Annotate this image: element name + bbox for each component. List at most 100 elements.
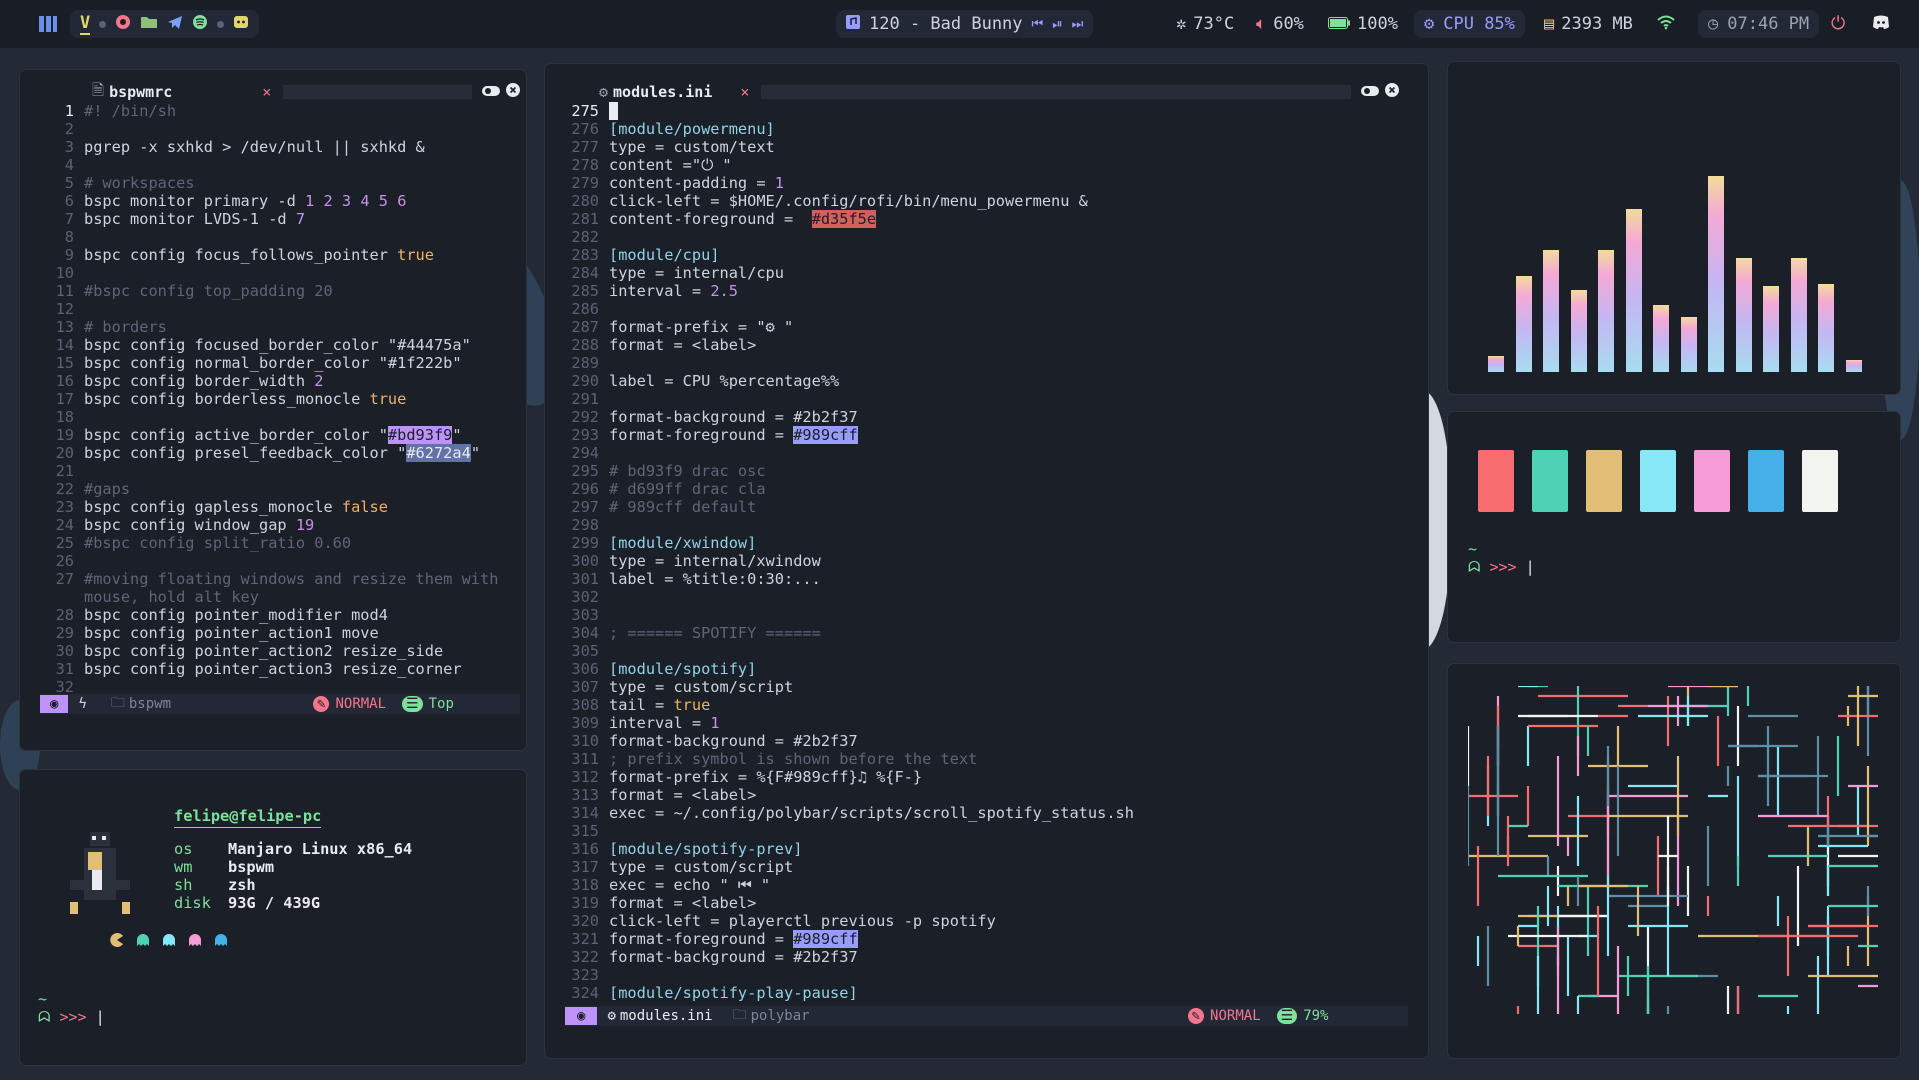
- discord-icon[interactable]: [1872, 14, 1890, 35]
- code-area[interactable]: 275 276 [module/powermenu] 277 type = custo…: [565, 102, 1134, 1002]
- code-line[interactable]: 15 bspc config normal_border_color "#1f22…: [40, 354, 498, 372]
- code-line[interactable]: 322 format-background = #2b2f37: [565, 948, 1134, 966]
- code-line[interactable]: 318 exec = echo " ⏮ ": [565, 876, 1134, 894]
- next-track-icon[interactable]: ⏭: [1072, 17, 1084, 32]
- code-line[interactable]: mouse, hold alt key: [40, 588, 498, 606]
- code-line[interactable]: 302: [565, 588, 1134, 606]
- code-line[interactable]: 304 ; ====== SPOTIFY ======: [565, 624, 1134, 642]
- code-line[interactable]: 19 bspc config active_border_color "#bd93…: [40, 426, 498, 444]
- code-line[interactable]: 286: [565, 300, 1134, 318]
- workspace-1[interactable]: V: [80, 13, 91, 35]
- audio-visualizer-window[interactable]: [1448, 62, 1900, 394]
- code-line[interactable]: 30 bspc config pointer_action2 resize_sid…: [40, 642, 498, 660]
- code-line[interactable]: 27 #moving floating windows and resize th…: [40, 570, 499, 588]
- volume-module[interactable]: 🔈︎ 60%: [1256, 14, 1304, 34]
- folder-icon[interactable]: [140, 14, 158, 35]
- color-terminal-window[interactable]: ~ ᗣ >>> |: [1448, 412, 1900, 642]
- code-line[interactable]: 300 type = internal/xwindow: [565, 552, 1134, 570]
- code-line[interactable]: 324 [module/spotify-play-pause]: [565, 984, 1134, 1002]
- close-window-icon[interactable]: [506, 83, 520, 101]
- code-line[interactable]: 299 [module/xwindow]: [565, 534, 1134, 552]
- code-line[interactable]: 28 bspc config pointer_modifier mod4: [40, 606, 498, 624]
- code-line[interactable]: 292 format-background = #2b2f37: [565, 408, 1134, 426]
- chrome-icon[interactable]: [115, 14, 131, 35]
- code-line[interactable]: 297 # 989cff default: [565, 498, 1134, 516]
- telegram-icon[interactable]: [167, 14, 183, 35]
- toggle-icon[interactable]: [1361, 83, 1380, 101]
- code-line[interactable]: 294: [565, 444, 1134, 462]
- code-line[interactable]: 7 bspc monitor LVDS-1 -d 7: [40, 210, 498, 228]
- code-line[interactable]: 307 type = custom/script: [565, 678, 1134, 696]
- code-line[interactable]: 290 label = CPU %percentage%%: [565, 372, 1134, 390]
- play-pause-icon[interactable]: ⏯: [1052, 17, 1062, 32]
- code-line[interactable]: 284 type = internal/cpu: [565, 264, 1134, 282]
- code-line[interactable]: 320 click-left = playerctl previous -p sp…: [565, 912, 1134, 930]
- code-line[interactable]: 305: [565, 642, 1134, 660]
- previous-track-icon[interactable]: ⏮: [1032, 17, 1044, 32]
- code-line[interactable]: 293 format-foreground = #989cff: [565, 426, 1134, 444]
- code-line[interactable]: 29 bspc config pointer_action1 move: [40, 624, 498, 642]
- code-line[interactable]: 311 ; prefix symbol is shown before the t…: [565, 750, 1134, 768]
- code-line[interactable]: 6 bspc monitor primary -d 1 2 3 4 5 6: [40, 192, 498, 210]
- code-line[interactable]: 8: [40, 228, 498, 246]
- code-line[interactable]: 25 #bspc config split_ratio 0.60: [40, 534, 498, 552]
- code-line[interactable]: 22 #gaps: [40, 480, 498, 498]
- code-line[interactable]: 323: [565, 966, 1134, 984]
- code-line[interactable]: 287 format-prefix = "⚙ ": [565, 318, 1134, 336]
- code-line[interactable]: 3 pgrep -x sxhkd > /dev/null || sxhkd &: [40, 138, 498, 156]
- code-line[interactable]: 9 bspc config focus_follows_pointer true: [40, 246, 498, 264]
- code-line[interactable]: 288 format = <label>: [565, 336, 1134, 354]
- code-line[interactable]: 308 tail = true: [565, 696, 1134, 714]
- modules-ini-editor-window[interactable]: ⚙ modules.ini × 275 276 [module/powermenu…: [545, 64, 1428, 1058]
- code-line[interactable]: 282: [565, 228, 1134, 246]
- code-line[interactable]: 316 [module/spotify-prev]: [565, 840, 1134, 858]
- code-line[interactable]: 5 # workspaces: [40, 174, 498, 192]
- code-line[interactable]: 312 format-prefix = %{F#989cff}♫ %{F-}: [565, 768, 1134, 786]
- code-line[interactable]: 303: [565, 606, 1134, 624]
- code-line[interactable]: 10: [40, 264, 498, 282]
- code-line[interactable]: 12: [40, 300, 498, 318]
- discord-workspace-icon[interactable]: [233, 14, 249, 35]
- code-line[interactable]: 24 bspc config window_gap 19: [40, 516, 498, 534]
- wifi-icon[interactable]: [1656, 14, 1676, 35]
- code-line[interactable]: 315: [565, 822, 1134, 840]
- code-line[interactable]: 317 type = custom/script: [565, 858, 1134, 876]
- pipes-terminal-window[interactable]: [1448, 664, 1900, 1058]
- code-area[interactable]: 1 #! /bin/sh 2 3 pgrep -x sxhkd > /dev/null …: [40, 102, 499, 696]
- code-line[interactable]: 4: [40, 156, 498, 174]
- power-icon[interactable]: ⏻: [1831, 13, 1845, 34]
- workspace-7[interactable]: [217, 20, 225, 28]
- code-line[interactable]: 31 bspc config pointer_action3 resize_cor…: [40, 660, 498, 678]
- code-line[interactable]: 289: [565, 354, 1134, 372]
- code-line[interactable]: 314 exec = ~/.config/polybar/scripts/scro…: [565, 804, 1134, 822]
- code-line[interactable]: 275: [565, 102, 1134, 120]
- app-menu-icon[interactable]: [38, 14, 58, 39]
- code-line[interactable]: 296 # d699ff drac cla: [565, 480, 1134, 498]
- code-line[interactable]: 2: [40, 120, 498, 138]
- code-line[interactable]: 13 # borders: [40, 318, 498, 336]
- code-line[interactable]: 313 format = <label>: [565, 786, 1134, 804]
- bspwmrc-editor-window[interactable]: 🗎︎ bspwmrc × 1 #! /bin/sh 2 3 pgrep -x sxhkd…: [20, 70, 526, 750]
- code-line[interactable]: 14 bspc config focused_border_color "#444…: [40, 336, 498, 354]
- code-line[interactable]: 321 format-foreground = #989cff: [565, 930, 1134, 948]
- code-line[interactable]: 17 bspc config borderless_monocle true: [40, 390, 498, 408]
- code-line[interactable]: 21: [40, 462, 498, 480]
- tab-bspwmrc[interactable]: 🗎︎ bspwmrc: [92, 80, 172, 105]
- tab-close-button[interactable]: ×: [262, 83, 271, 101]
- code-line[interactable]: 276 [module/powermenu]: [565, 120, 1134, 138]
- code-line[interactable]: 20 bspc config presel_feedback_color "#62…: [40, 444, 498, 462]
- code-line[interactable]: 1 #! /bin/sh: [40, 102, 498, 120]
- code-line[interactable]: 295 # bd93f9 drac osc: [565, 462, 1134, 480]
- code-line[interactable]: 277 type = custom/text: [565, 138, 1134, 156]
- code-line[interactable]: 18: [40, 408, 498, 426]
- code-line[interactable]: 309 interval = 1: [565, 714, 1134, 732]
- code-line[interactable]: 23 bspc config gapless_monocle false: [40, 498, 498, 516]
- code-line[interactable]: 16 bspc config border_width 2: [40, 372, 498, 390]
- shell-prompt[interactable]: ~ ᗣ >>> |: [38, 990, 105, 1026]
- code-line[interactable]: 279 content-padding = 1: [565, 174, 1134, 192]
- code-line[interactable]: 285 interval = 2.5: [565, 282, 1134, 300]
- tab-modules-ini[interactable]: ⚙ modules.ini: [599, 83, 712, 101]
- code-line[interactable]: 11 #bspc config top_padding 20: [40, 282, 498, 300]
- code-line[interactable]: 291: [565, 390, 1134, 408]
- code-line[interactable]: 306 [module/spotify]: [565, 660, 1134, 678]
